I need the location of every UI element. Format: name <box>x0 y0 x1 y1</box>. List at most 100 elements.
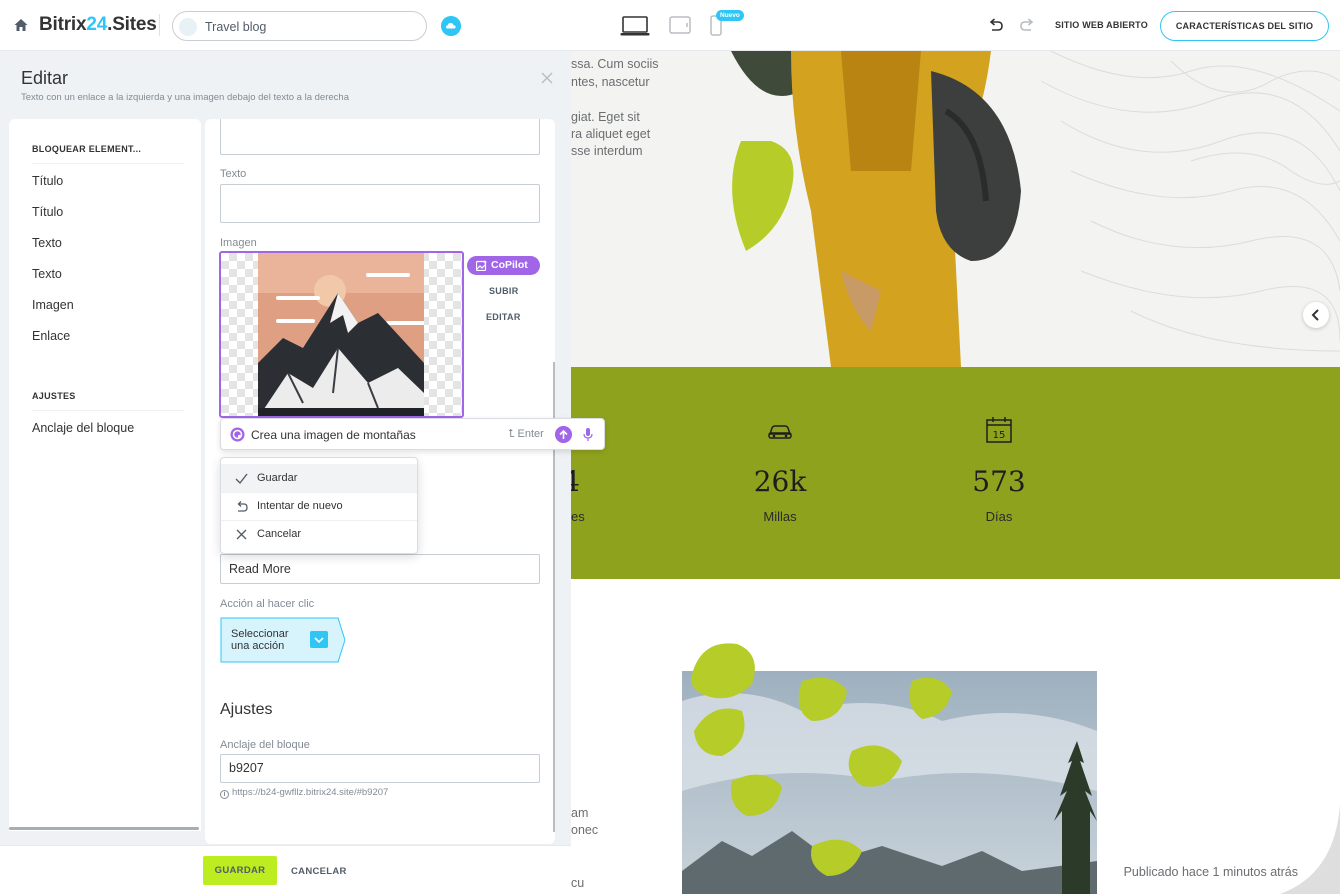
site-name: Travel blog <box>205 20 267 34</box>
redo-icon[interactable] <box>1018 16 1036 34</box>
site-preview: ssa. Cum sociis ntes, nascetur giat. Ege… <box>571 51 1340 894</box>
slider-next-button[interactable] <box>1303 302 1329 328</box>
preview-text-line: am <box>571 806 589 820</box>
lime-brush-shape <box>691 643 755 699</box>
close-icon <box>236 529 247 540</box>
title-field[interactable] <box>220 119 540 155</box>
horizontal-scrollbar[interactable] <box>9 827 199 830</box>
editor-title: Editar <box>21 68 69 88</box>
stat-value: 573 <box>972 465 1026 498</box>
divider <box>32 163 184 164</box>
editor-footer: GUARDAR CANCELAR <box>0 845 571 894</box>
cloud-icon[interactable] <box>441 16 461 36</box>
new-badge: Nuevo <box>716 10 744 21</box>
action-select-value: Seleccionar una acción <box>231 628 289 652</box>
preview-text-line: ntes, nascetur <box>571 75 650 89</box>
preview-text-line: cu <box>571 876 585 890</box>
stat-value: 4 <box>571 465 581 498</box>
nav-section-heading: AJUSTES <box>32 391 76 401</box>
anchor-url: https://b24-gwfllz.bitrix24.site/#b9207 <box>232 787 389 798</box>
upload-button[interactable]: SUBIR <box>489 286 519 296</box>
link-text-field[interactable]: Read More <box>220 554 540 584</box>
block-elements-nav: BLOQUEAR ELEMENT... Título Título Texto … <box>9 119 201 831</box>
image-field-label: Imagen <box>220 237 257 249</box>
text-field-label: Texto <box>220 168 247 180</box>
nav-section-heading: BLOQUEAR ELEMENT... <box>32 144 142 154</box>
copilot-prompt: Crea una imagen de montañas ⮤ Enter <box>220 418 605 450</box>
copilot-label: CoPilot <box>491 259 528 271</box>
undo-icon[interactable] <box>987 16 1005 34</box>
send-icon[interactable] <box>555 426 572 443</box>
open-site-link[interactable]: SITIO WEB ABIERTO <box>1055 20 1148 30</box>
copilot-result-menu: Guardar Intentar de nuevo Cancelar <box>220 457 418 554</box>
corner-decoration <box>1280 804 1340 894</box>
chevron-left-icon <box>1311 309 1319 321</box>
nav-item-image[interactable]: Imagen <box>32 298 74 312</box>
brand-number: 24 <box>86 14 108 35</box>
car-icon <box>768 425 792 439</box>
preview-text-line: ssa. Cum sociis <box>571 57 659 71</box>
text-field[interactable] <box>220 184 540 223</box>
preview-text-line: onec <box>571 823 599 837</box>
menu-item-save[interactable]: Guardar <box>221 464 417 492</box>
menu-item-label: Intentar de nuevo <box>257 500 343 512</box>
home-icon[interactable] <box>13 17 29 33</box>
top-bar: Bitrix24.Sites Travel blog Nuevo SITIO W… <box>0 0 1340 51</box>
tablet-view-icon[interactable] <box>669 16 691 34</box>
stat-label: Millas <box>763 509 797 524</box>
editor-subtitle: Texto con un enlace a la izquierda y una… <box>21 92 349 103</box>
brand-prefix: Bitrix <box>39 14 87 35</box>
copilot-image-icon <box>476 260 487 271</box>
site-selector[interactable]: Travel blog <box>172 11 427 41</box>
stats-band: 4 es 26k Millas 15 573 Días <box>571 367 1340 579</box>
brand-logo[interactable]: Bitrix24.Sites <box>39 14 157 36</box>
stat-value: 26k <box>753 465 807 498</box>
stat-label: es <box>571 509 585 524</box>
calendar-icon: 15 <box>986 417 1012 443</box>
divider <box>159 14 160 36</box>
hiker-photo <box>731 51 1021 367</box>
microphone-icon[interactable] <box>583 427 593 442</box>
enter-hint-label: Enter <box>517 428 544 440</box>
nav-item-text[interactable]: Texto <box>32 236 62 250</box>
checkmark-icon <box>235 473 248 485</box>
click-action-select[interactable]: Seleccionar una acción <box>220 617 346 663</box>
forest-photo <box>682 671 1097 894</box>
image-preview[interactable] <box>219 251 464 418</box>
cancel-button[interactable]: CANCELAR <box>291 866 347 877</box>
block-anchor-field[interactable]: b9207 <box>220 754 540 783</box>
copilot-button[interactable]: CoPilot <box>467 256 540 275</box>
enter-hint: ⮤ Enter <box>508 428 544 440</box>
nav-item-text[interactable]: Texto <box>32 267 62 281</box>
site-features-button[interactable]: CARACTERÍSTICAS DEL SITIO <box>1160 11 1329 41</box>
chevron-down-icon <box>310 631 328 648</box>
preview-text-line: giat. Eget sit <box>571 110 640 124</box>
nav-item-title[interactable]: Título <box>32 174 63 188</box>
copilot-logo-icon <box>230 427 245 442</box>
calendar-number: 15 <box>993 430 1006 441</box>
anchor-url-hint: i https://b24-gwfllz.bitrix24.site/#b9207 <box>220 787 388 799</box>
menu-item-retry[interactable]: Intentar de nuevo <box>221 492 417 520</box>
preview-text-line: sse interdum <box>571 144 643 158</box>
divider <box>32 410 184 411</box>
settings-section-title: Ajustes <box>220 701 273 718</box>
site-thumbnail-icon <box>179 18 197 36</box>
desktop-view-icon[interactable] <box>620 15 650 37</box>
nav-item-block-anchor[interactable]: Anclaje del bloque <box>32 421 134 435</box>
published-status: Publicado hace 1 minutos atrás <box>1123 865 1298 879</box>
mountain-image <box>258 253 424 416</box>
preview-text-line: ra aliquet eget <box>571 127 651 141</box>
click-action-label: Acción al hacer clic <box>220 598 315 610</box>
copilot-prompt-text[interactable]: Crea una imagen de montañas <box>251 428 416 442</box>
edit-button[interactable]: EDITAR <box>486 312 521 322</box>
block-anchor-label: Anclaje del bloque <box>220 739 310 751</box>
menu-item-cancel[interactable]: Cancelar <box>221 520 417 548</box>
save-button[interactable]: GUARDAR <box>203 856 277 885</box>
menu-item-label: Guardar <box>257 472 298 484</box>
nav-item-title[interactable]: Título <box>32 205 63 219</box>
nav-item-link[interactable]: Enlace <box>32 329 70 343</box>
brand-suffix: .Sites <box>107 14 157 35</box>
stat-label: Días <box>985 509 1013 524</box>
close-icon[interactable] <box>541 72 553 84</box>
retry-icon <box>237 501 248 512</box>
